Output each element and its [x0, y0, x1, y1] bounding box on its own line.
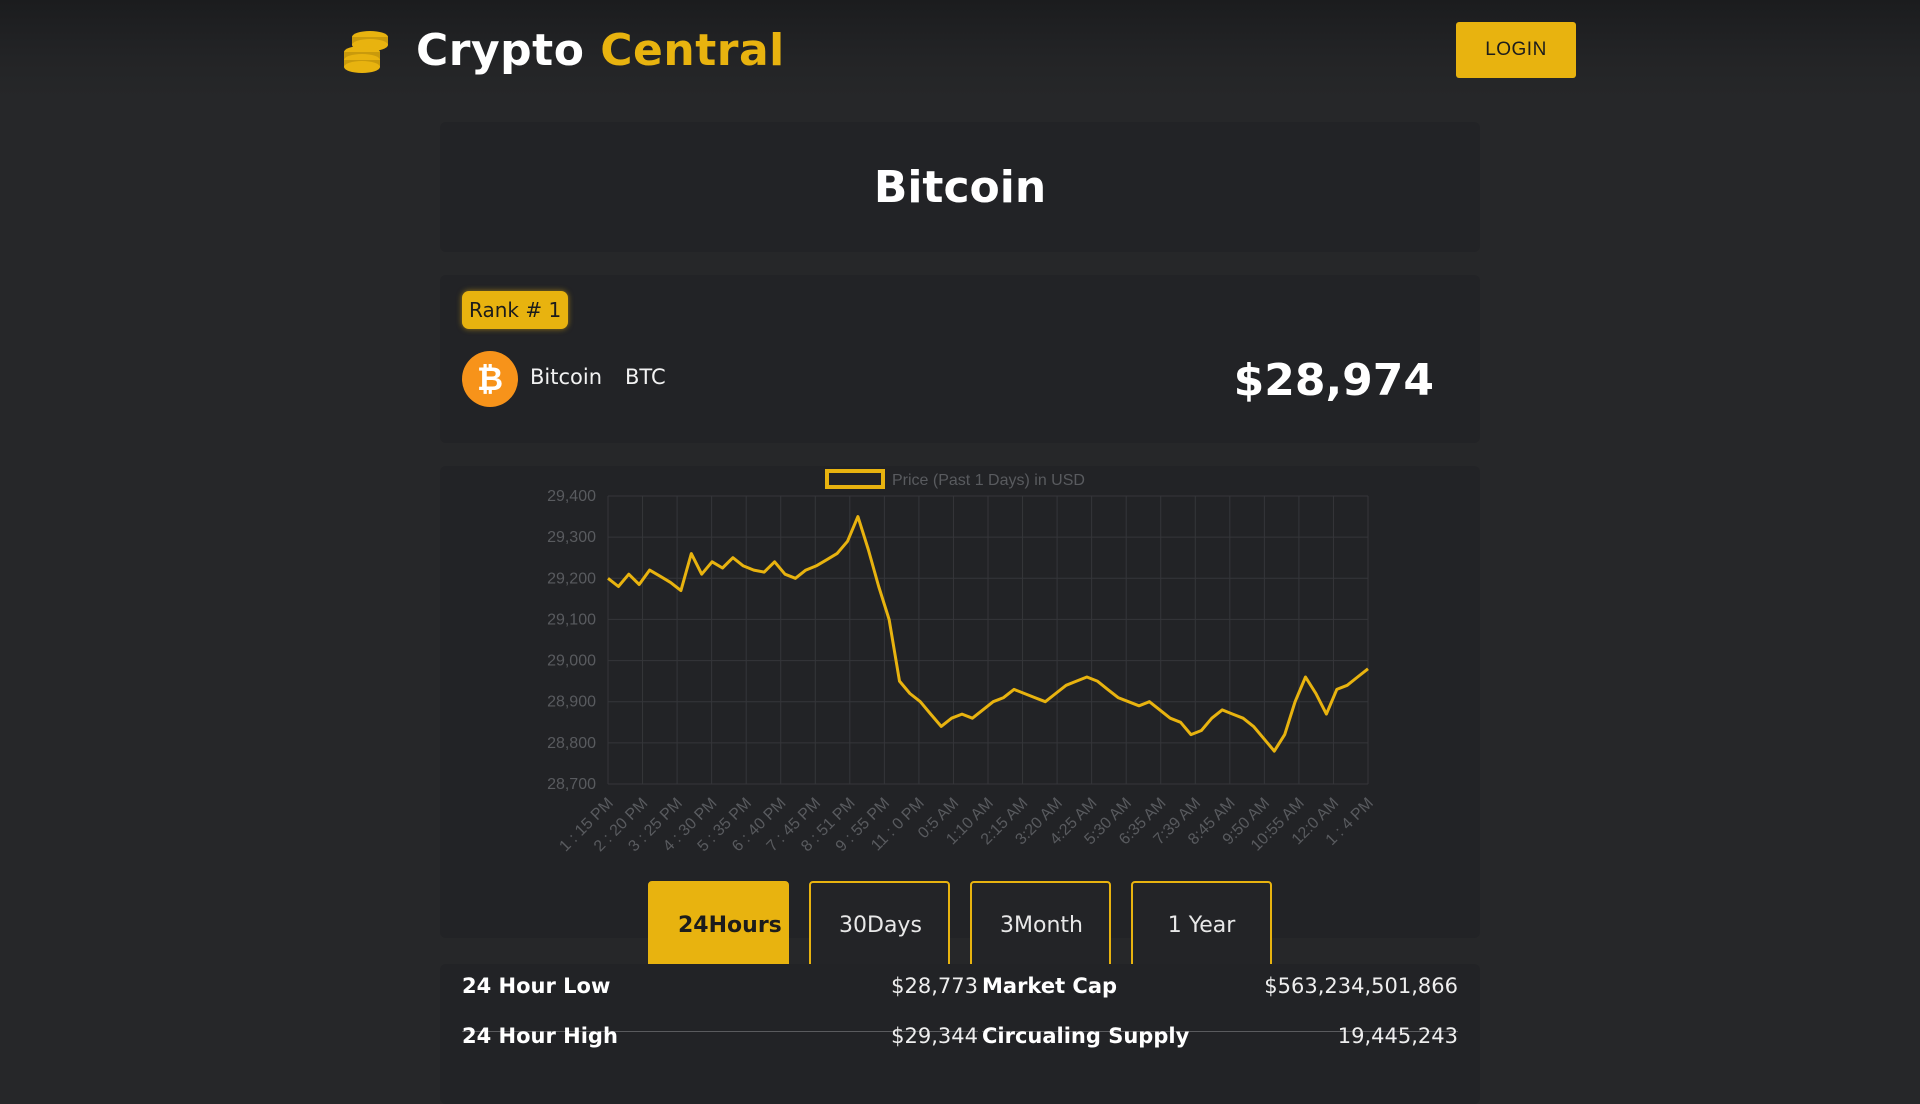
y-tick-label: 29,100 [547, 611, 596, 628]
page-title: Bitcoin [873, 161, 1047, 213]
y-tick-label: 29,300 [547, 529, 596, 546]
price-chart: Price (Past 1 Days) in USD 29,400 29,300 29… [547, 469, 1377, 855]
svg-text:₿: ₿ [477, 360, 503, 398]
stat-24h-high: 24 Hour High $29,344 [462, 1014, 978, 1058]
stat-label: Circualing Supply [982, 1024, 1190, 1048]
range-label: Hours [708, 913, 782, 938]
legend-label: Price (Past 1 Days) in USD [892, 472, 1085, 489]
stat-value: $29,344 [891, 1024, 978, 1048]
y-tick-label: 28,700 [547, 776, 596, 793]
range-3-month-button[interactable]: 3 Month [970, 881, 1111, 970]
stat-circulating-supply: Circualing Supply 19,445,243 [982, 1014, 1458, 1058]
title-card: Bitcoin [440, 122, 1480, 252]
stats-card: 24 Hour Low $28,773 24 Hour High $29,344… [440, 964, 1480, 1104]
price-chart-card: Price (Past 1 Days) in USD 29,400 29,300 29… [440, 466, 1480, 938]
rank-badge: Rank # 1 [462, 291, 569, 329]
y-tick-label: 29,400 [547, 488, 596, 505]
brand-second-word: Central [600, 24, 785, 76]
y-tick-label: 28,900 [547, 694, 596, 711]
stat-value: $28,773 [891, 974, 978, 998]
range-label: Days [867, 913, 922, 938]
y-tick-label: 29,000 [547, 653, 596, 670]
range-1-year-button[interactable]: 1 Year [1131, 881, 1272, 970]
stat-label: 24 Hour High [462, 1024, 618, 1048]
stat-label: 24 Hour Low [462, 974, 611, 998]
coin-price: $28,974 [1233, 355, 1434, 406]
coin-name: Bitcoin [530, 365, 603, 389]
range-label: 3 [1000, 913, 1014, 938]
stat-24h-low: 24 Hour Low $28,773 [462, 964, 978, 1008]
login-button[interactable]: LOGIN [1456, 22, 1576, 78]
range-label: Month [1014, 913, 1083, 938]
stat-market-cap: Market Cap $563,234,501,866 [982, 964, 1458, 1008]
coin-stack-icon [344, 31, 388, 73]
y-tick-label: 28,800 [547, 735, 596, 752]
stat-value: 19,445,243 [1337, 1024, 1458, 1048]
range-label: 30 [839, 913, 867, 938]
range-30-days-button[interactable]: 30 Days [809, 881, 950, 970]
brand-name: Crypto Central [416, 25, 785, 76]
coin-symbol: BTC [625, 365, 666, 389]
bitcoin-icon: ₿ [462, 351, 518, 407]
top-navbar: Crypto Central LOGIN [0, 0, 1920, 98]
brand-first-word: Crypto [416, 24, 585, 76]
y-tick-label: 29,200 [547, 570, 596, 587]
stat-label: Market Cap [982, 974, 1118, 998]
range-24-hours-button[interactable]: 24 Hours [648, 881, 789, 970]
coin-info-card: Rank # 1 ₿ Bitcoin BTC $28,974 [440, 275, 1480, 443]
range-label: 1 Year [1167, 913, 1236, 938]
brand[interactable]: Crypto Central [340, 22, 785, 78]
stat-value: $563,234,501,866 [1264, 974, 1458, 998]
legend-swatch [825, 469, 885, 489]
range-label: 24 [678, 913, 709, 938]
